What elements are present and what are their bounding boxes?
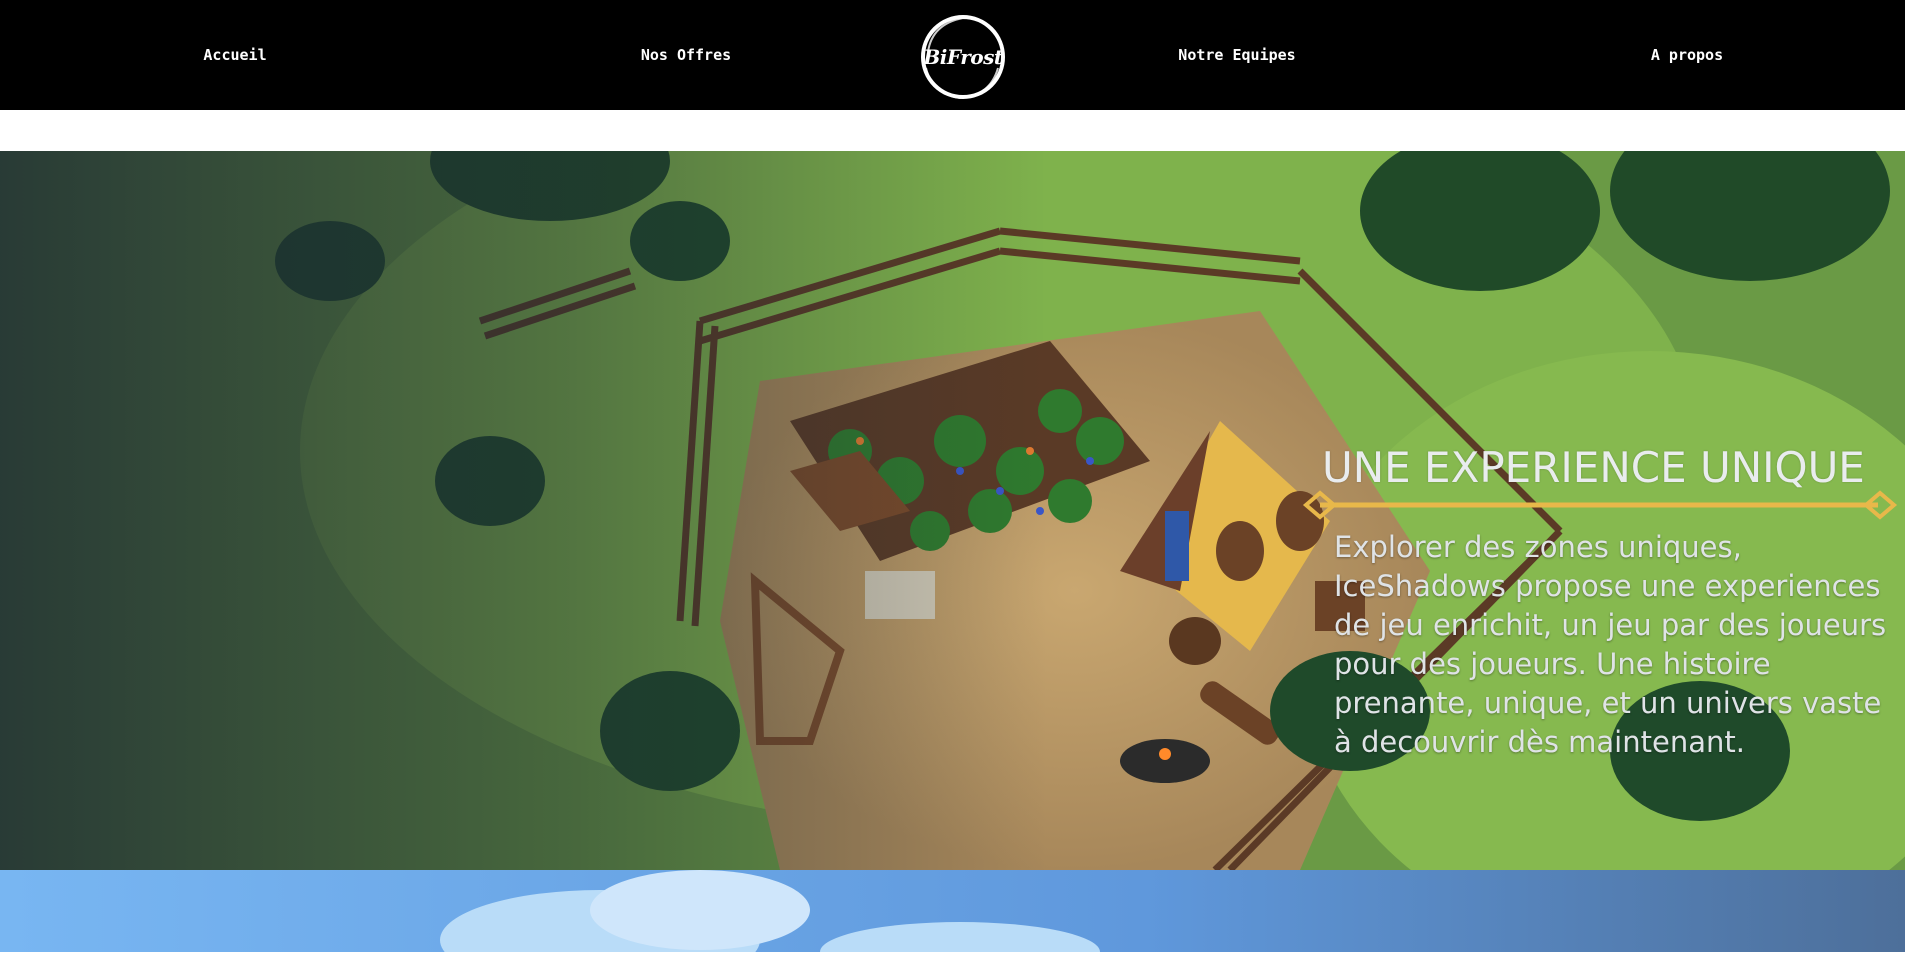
bifrost-logo[interactable]: BiFrost [918, 12, 1008, 102]
hero-section: UNE EXPERIENCE UNIQUE Explorer des zones… [0, 151, 1905, 870]
hero-description: Explorer des zones uniques, IceShadows p… [1334, 530, 1887, 759]
nav-link-notre-equipes[interactable]: Notre Equipes [1178, 46, 1295, 64]
nav-link-a-propos[interactable]: A propos [1651, 46, 1723, 64]
gold-divider-ornament [1302, 490, 1898, 520]
sky-background-image [0, 870, 1905, 952]
nav-link-accueil[interactable]: Accueil [203, 46, 266, 64]
header-spacer [0, 110, 1905, 150]
top-navbar: Accueil Nos Offres BiFrost Notre Equipes… [0, 0, 1905, 110]
hero-title: UNE EXPERIENCE UNIQUE [1322, 443, 1865, 492]
logo-text: BiFrost [923, 45, 1003, 69]
nav-link-nos-offres[interactable]: Nos Offres [641, 46, 731, 64]
next-section-preview [0, 870, 1905, 952]
